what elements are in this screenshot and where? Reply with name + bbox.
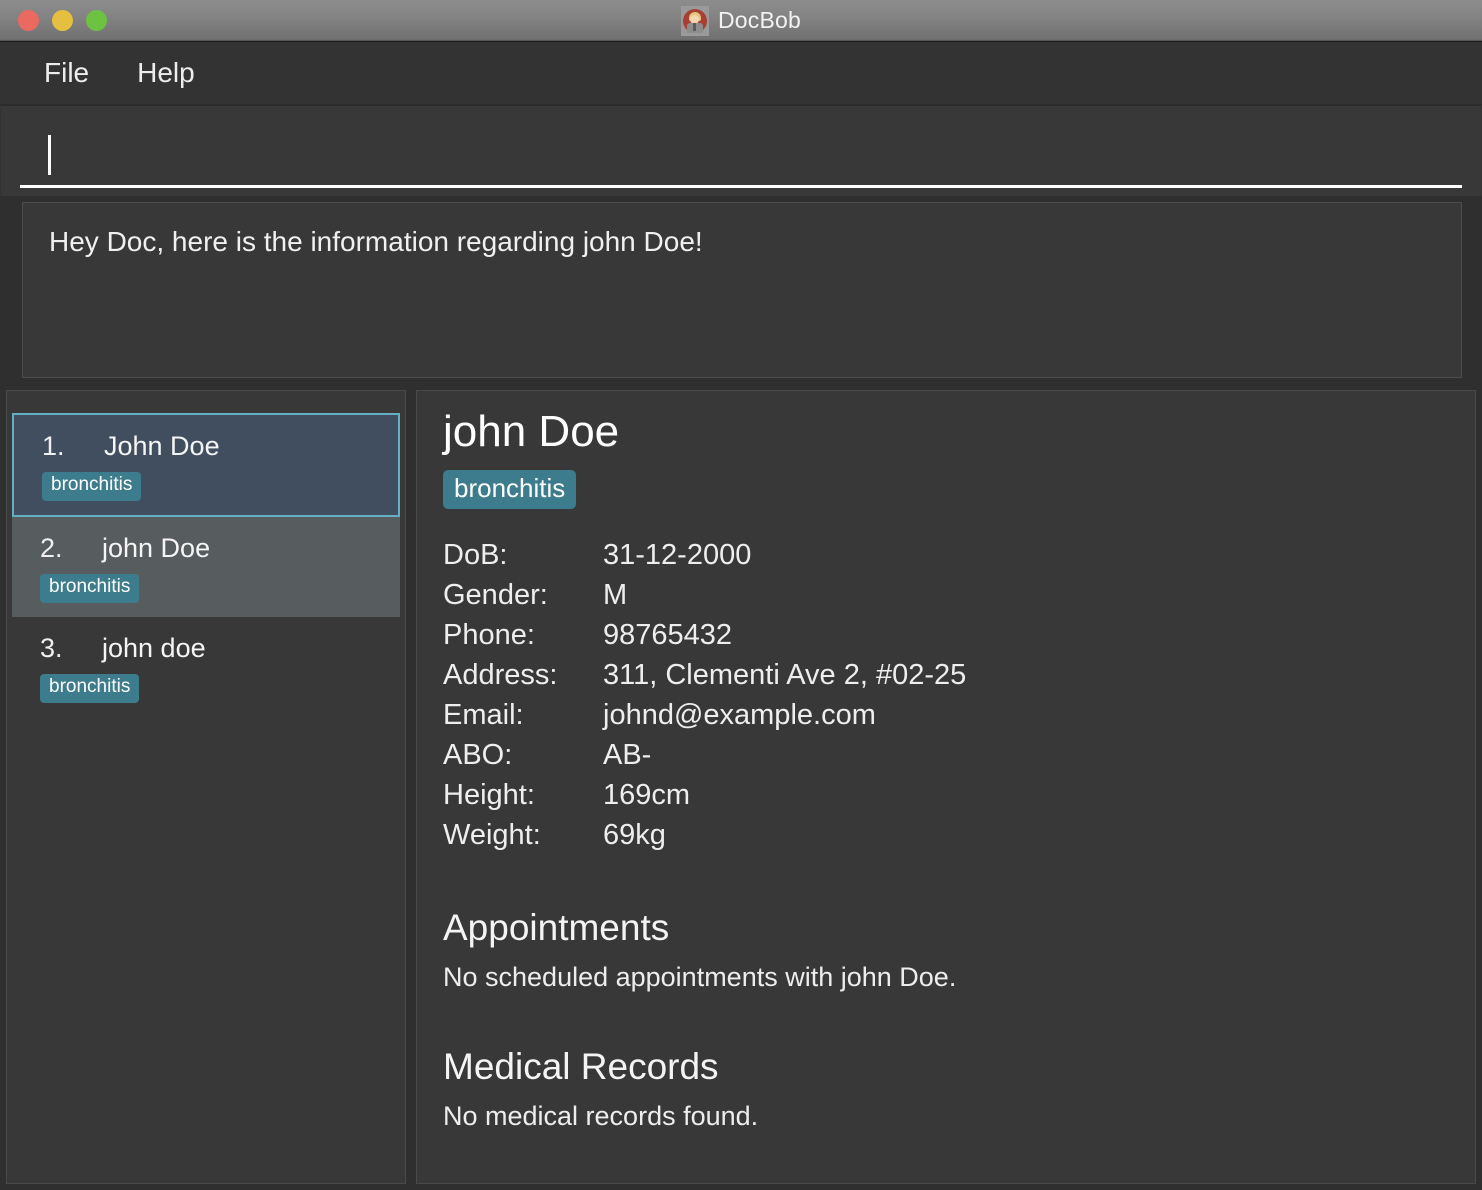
main-content: 1. John Doe bronchitis 2. john Doe bronc… [0,386,1482,1190]
list-item[interactable]: 1. John Doe bronchitis [12,413,400,517]
appointments-heading: Appointments [443,906,670,948]
menu-bar: File Help [0,42,1482,105]
patient-name: john Doe [102,532,211,563]
list-item[interactable]: 3. john doe bronchitis [12,617,400,717]
medical-records-heading: Medical Records [443,1045,719,1087]
patient-row: 1. John Doe [14,431,398,462]
field-label: Weight: [443,818,541,851]
field-value: 311, Clementi Ave 2, #02-25 [603,658,967,691]
status-badge: bronchitis [40,573,140,603]
field-dob: DoB: 31-12-2000 [443,535,1449,575]
field-email: Email: johnd@example.com [443,695,1449,735]
app-title: DocBob [717,7,802,33]
field-value: 169cm [603,778,691,811]
patient-detail-panel: john Doe bronchitis DoB: 31-12-2000 Gend… [416,390,1476,1184]
field-value: M [603,578,628,611]
app-avatar-icon [680,5,709,36]
field-value: 69kg [603,818,666,851]
field-value: johnd@example.com [603,698,876,731]
menu-item-help[interactable]: Help [131,55,201,91]
patient-index: 1. [42,431,65,461]
medical-records-empty-text: No medical records found. [443,1101,759,1132]
patient-name: John Doe [104,431,220,461]
field-height: Height: 169cm [443,775,1449,815]
field-label: DoB: [443,538,508,571]
patient-name: john doe [102,632,206,663]
field-label: Gender: [443,578,548,611]
field-value: 98765432 [603,618,733,651]
window-controls [18,10,107,31]
minimize-window-icon[interactable] [52,10,73,31]
patient-row: 3. john doe [12,633,400,664]
field-label: Phone: [443,618,535,651]
appointments-empty-text: No scheduled appointments with john Doe. [443,962,957,993]
response-message: Hey Doc, here is the information regardi… [49,226,703,257]
field-abo: ABO: AB- [443,735,1449,775]
field-value: AB- [603,738,652,771]
patient-index: 2. [40,532,63,563]
maximize-window-icon[interactable] [86,10,107,31]
command-input-field[interactable] [20,122,1462,188]
response-box: Hey Doc, here is the information regardi… [22,202,1462,378]
close-window-icon[interactable] [18,10,39,31]
menu-item-file[interactable]: File [38,55,95,91]
text-caret [48,135,51,175]
page-title: john Doe [443,407,620,456]
field-value: 31-12-2000 [603,538,752,571]
field-label: Email: [443,698,524,731]
command-input-underline [20,185,1462,188]
patient-fields: DoB: 31-12-2000 Gender: M Phone: 9876543… [443,535,1449,855]
field-label: Height: [443,778,535,811]
status-badge: bronchitis [42,472,142,501]
window-title-group: DocBob [0,0,1482,41]
field-phone: Phone: 98765432 [443,615,1449,655]
window-titlebar: DocBob [0,0,1482,42]
field-label: Address: [443,658,558,691]
field-weight: Weight: 69kg [443,815,1449,855]
field-gender: Gender: M [443,575,1449,615]
field-label: ABO: [443,738,513,771]
field-address: Address: 311, Clementi Ave 2, #02-25 [443,655,1449,695]
list-item[interactable]: 2. john Doe bronchitis [12,516,400,617]
patient-list-panel: 1. John Doe bronchitis 2. john Doe bronc… [6,390,406,1184]
docbob-window: DocBob File Help Hey Doc, here is the in… [0,0,1482,1190]
status-badge: bronchitis [40,673,140,703]
patient-index: 3. [40,632,63,663]
response-area: Hey Doc, here is the information regardi… [0,196,1482,386]
status-badge: bronchitis [443,469,577,509]
command-input-area[interactable] [1,105,1481,196]
patient-row: 2. john Doe [12,533,400,564]
